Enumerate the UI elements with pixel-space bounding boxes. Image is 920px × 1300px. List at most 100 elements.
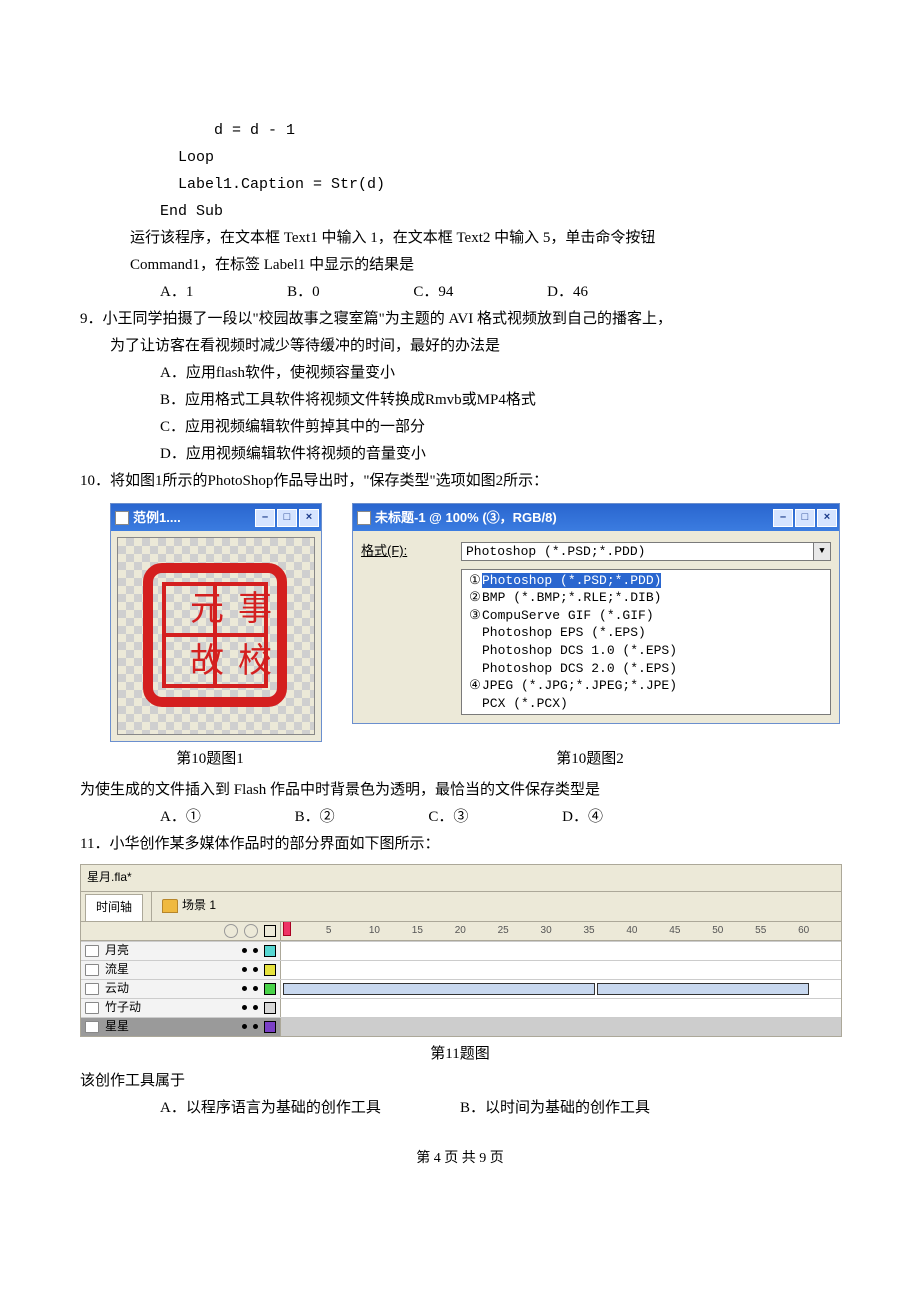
minimize-button[interactable]: – — [255, 509, 275, 527]
list-item[interactable]: Photoshop DCS 1.0 (*.EPS) — [482, 643, 677, 658]
q11-option-a: A．以程序语言为基础的创作工具 — [160, 1095, 460, 1122]
format-label: 格式(F): — [361, 539, 461, 562]
format-combo-input[interactable] — [461, 542, 814, 561]
window-title: 未标题-1 @ 100% (③，RGB/8) — [375, 506, 557, 529]
layer-icon — [85, 983, 99, 995]
figure-caption-11: 第11题图 — [80, 1041, 840, 1068]
tick: 50 — [712, 922, 755, 940]
mark-4: ④ — [468, 677, 482, 695]
q10-option-b: B．② — [295, 804, 335, 831]
layer-name: 星星 — [105, 1016, 236, 1038]
q10-options: A．① B．② C．③ D．④ — [160, 804, 840, 831]
svg-text:事: 事 — [238, 590, 272, 628]
app-icon — [357, 511, 371, 525]
list-item[interactable]: BMP (*.BMP;*.RLE;*.DIB) — [482, 590, 661, 605]
tick: 10 — [369, 922, 412, 940]
list-item[interactable]: Photoshop (*.PSD;*.PDD) — [482, 573, 661, 588]
color-swatch — [264, 1021, 276, 1033]
dot-icon — [253, 1024, 258, 1029]
scene-button[interactable]: 场景 1 — [156, 892, 222, 921]
layer-icon — [85, 964, 99, 976]
app-icon — [115, 511, 129, 525]
maximize-button[interactable]: □ — [277, 509, 297, 527]
dot-icon — [242, 1024, 247, 1029]
figure-caption-2: 第10题图2 — [340, 746, 840, 773]
tick: 15 — [412, 922, 455, 940]
code-line: End Sub — [160, 203, 223, 220]
layer-row[interactable]: 月亮 — [81, 941, 841, 960]
tick: 40 — [626, 922, 669, 940]
page-footer: 第 4 页 共 9 页 — [80, 1146, 840, 1171]
q8-option-a: A．1 — [160, 279, 193, 306]
q11-option-b: B．以时间为基础的创作工具 — [460, 1095, 650, 1122]
chevron-down-icon[interactable]: ▼ — [814, 542, 831, 561]
close-button[interactable]: × — [299, 509, 319, 527]
mark-3: ③ — [468, 607, 482, 625]
list-item[interactable]: CompuServe GIF (*.GIF) — [482, 608, 654, 623]
q9-stem-1: 9．小王同学拍摄了一段以"校园故事之寝室篇"为主题的 AVI 格式视频放到自己的… — [80, 306, 840, 333]
track[interactable] — [281, 942, 841, 960]
list-item[interactable]: JPEG (*.JPG;*.JPEG;*.JPE) — [482, 678, 677, 693]
track[interactable] — [281, 961, 841, 979]
layer-row[interactable]: 云动 — [81, 979, 841, 998]
list-item[interactable]: Photoshop DCS 2.0 (*.EPS) — [482, 661, 677, 676]
eye-icon[interactable] — [224, 924, 238, 938]
flash-timeline-panel: 星月.fla* 时间轴 场景 1 1 5 10 15 20 25 30 35 4… — [80, 864, 842, 1036]
photoshop-window-2: 未标题-1 @ 100% (③，RGB/8) – □ × 格式(F): ▼ ①P… — [352, 503, 840, 724]
tick: 55 — [755, 922, 798, 940]
q8-option-b: B．0 — [287, 279, 320, 306]
titlebar: 未标题-1 @ 100% (③，RGB/8) – □ × — [353, 504, 839, 531]
list-item[interactable]: PCX (*.PCX) — [482, 696, 568, 711]
layer-icon — [85, 1021, 99, 1033]
color-swatch — [264, 964, 276, 976]
titlebar: 范例1.... – □ × — [111, 504, 321, 531]
q10-option-a: A．① — [160, 804, 201, 831]
track[interactable] — [281, 1018, 841, 1036]
tick: 5 — [326, 922, 369, 940]
layer-row[interactable]: 竹子动 — [81, 998, 841, 1017]
color-swatch — [264, 983, 276, 995]
playhead-icon[interactable]: 1 — [283, 922, 326, 940]
q9-option-a: A．应用flash软件，使视频容量变小 — [160, 360, 840, 387]
window-title: 范例1.... — [133, 506, 181, 529]
format-combo[interactable]: ▼ — [461, 542, 831, 561]
layer-icon — [85, 1002, 99, 1014]
timeline-tab[interactable]: 时间轴 — [85, 894, 143, 921]
minimize-button[interactable]: – — [773, 509, 793, 527]
photoshop-window-1: 范例1.... – □ × 元 事 故 校 — [110, 503, 322, 742]
scene-icon — [162, 899, 178, 913]
close-button[interactable]: × — [817, 509, 837, 527]
format-listbox[interactable]: ①Photoshop (*.PSD;*.PDD) ②BMP (*.BMP;*.R… — [461, 569, 831, 715]
list-item[interactable]: Photoshop EPS (*.EPS) — [482, 625, 646, 640]
timeline-ruler[interactable]: 1 5 10 15 20 25 30 35 40 45 50 55 60 — [281, 922, 841, 940]
code-line: Label1.Caption = Str(d) — [160, 176, 385, 193]
dot-icon — [253, 1005, 258, 1010]
layer-row[interactable]: 星星 — [81, 1017, 841, 1036]
q9-option-d: D．应用视频编辑软件将视频的音量变小 — [160, 441, 840, 468]
color-swatch — [264, 945, 276, 957]
q9-option-c: C．应用视频编辑软件剪掉其中的一部分 — [160, 414, 840, 441]
mark-1: ① — [468, 572, 482, 590]
layer-row[interactable]: 流星 — [81, 960, 841, 979]
seal-icon: 元 事 故 校 — [140, 560, 290, 710]
track[interactable] — [281, 980, 841, 998]
lock-icon[interactable] — [244, 924, 258, 938]
figure-caption-1: 第10题图1 — [80, 746, 340, 773]
file-tab[interactable]: 星月.fla* — [81, 865, 841, 892]
q9-option-b: B．应用格式工具软件将视频文件转换成Rmvb或MP4格式 — [160, 387, 840, 414]
q10-stem: 10．将如图1所示的PhotoShop作品导出时，"保存类型"选项如图2所示： — [80, 468, 840, 495]
color-swatch — [264, 1002, 276, 1014]
outline-icon[interactable] — [264, 925, 276, 937]
code-line: d = d - 1 — [160, 122, 295, 139]
tick: 45 — [669, 922, 712, 940]
q8-options: A．1 B．0 C．94 D．46 — [160, 279, 840, 306]
code-block: d = d - 1 Loop Label1.Caption = Str(d) E… — [160, 90, 840, 225]
tick: 35 — [583, 922, 626, 940]
svg-text:校: 校 — [238, 642, 272, 680]
q9-stem-2: 为了让访客在看视频时减少等待缓冲的时间，最好的办法是 — [110, 333, 840, 360]
layer-icon — [85, 945, 99, 957]
tick: 20 — [455, 922, 498, 940]
track[interactable] — [281, 999, 841, 1017]
maximize-button[interactable]: □ — [795, 509, 815, 527]
q10-option-c: C．③ — [428, 804, 468, 831]
